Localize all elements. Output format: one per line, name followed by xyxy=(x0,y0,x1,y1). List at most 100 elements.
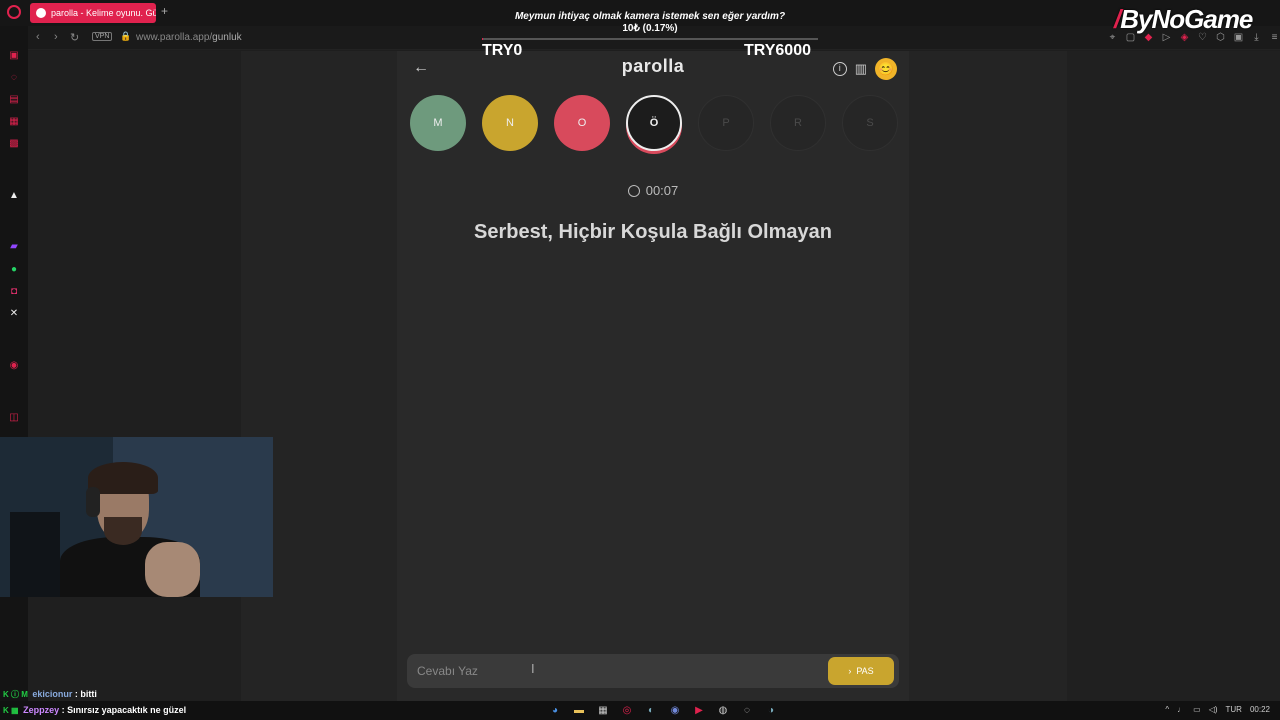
browser-toolbar-icons: ⌖ ▢ ◆ ▷ ◈ ♡ ⬡ ▣ ⤓ ≡ xyxy=(1106,32,1280,43)
letter-circle-ö: Ö xyxy=(626,95,682,151)
shield-icon[interactable]: ◆ xyxy=(1142,32,1155,43)
wallet-icon[interactable]: ▣ xyxy=(1232,32,1245,43)
donation-alert: Meymun ihtiyaç olmak kamera istemek sen … xyxy=(482,11,818,34)
reload-icon[interactable]: ↻ xyxy=(70,31,79,44)
media-player-icon[interactable]: ▶ xyxy=(692,704,706,717)
discord-icon[interactable]: ◉ xyxy=(668,704,682,717)
terminal-icon[interactable]: ▦ xyxy=(596,704,610,717)
download-icon[interactable]: ⤓ xyxy=(1250,32,1263,43)
app-icon[interactable]: ◌ xyxy=(740,704,754,717)
steam-icon[interactable]: ◐ xyxy=(644,704,658,717)
chat-username: Zeppzey xyxy=(23,705,60,715)
question-text: Serbest, Hiçbir Koşula Bağlı Olmayan xyxy=(474,221,832,243)
aria-icon[interactable]: ▲ xyxy=(8,190,20,202)
letter-circle-s: S xyxy=(842,95,898,151)
twitch-icon[interactable]: ▰ xyxy=(8,241,20,253)
steam-alt-icon[interactable]: ◑ xyxy=(764,704,778,717)
clock-time[interactable]: 00:22 xyxy=(1250,705,1270,714)
vpn-badge[interactable]: VPN xyxy=(92,32,113,41)
chat-badges: K ⓘ M xyxy=(3,690,28,699)
sidebar: ▣ ◌ ▤ ▦ ▩ ▲ ▰ ● ◘ ✕ ◉ ◫ xyxy=(0,26,28,720)
taskbar-apps: ◕ ▬ ▦ ◎ ◐ ◉ ▶ ◍ ◌ ◑ xyxy=(548,704,778,717)
pin-icon[interactable]: ⌖ xyxy=(1106,32,1119,43)
text-cursor-icon: I xyxy=(531,661,535,676)
pass-label: PAS xyxy=(856,666,874,676)
menu-icon[interactable]: ≡ xyxy=(1268,32,1280,43)
refresh-icon[interactable]: ◌ xyxy=(8,72,20,84)
page-gutter-left xyxy=(241,51,397,701)
messenger-icon[interactable]: ▣ xyxy=(8,50,20,62)
language-indicator[interactable]: TUR xyxy=(1226,705,1242,714)
history-icon[interactable]: ◫ xyxy=(8,412,20,424)
donation-amount: 10₺ (0.17%) xyxy=(622,23,678,34)
tab-title: parolla - Kelime oyunu. Gü xyxy=(51,8,156,18)
folder-icon[interactable]: ▬ xyxy=(572,704,586,717)
volume-icon[interactable]: ◁) xyxy=(1209,705,1218,714)
back-nav-icon[interactable]: ‹ xyxy=(36,31,40,43)
page-gutter-right xyxy=(909,51,1067,701)
mic-icon[interactable]: ♩ xyxy=(1177,705,1185,714)
letter-circle-n: N xyxy=(482,95,538,151)
new-tab-button[interactable]: + xyxy=(161,4,168,18)
answer-input[interactable] xyxy=(417,662,807,680)
headset-icon xyxy=(86,487,100,517)
tray-chevron-icon[interactable]: ^ xyxy=(1165,705,1169,714)
opera-icon[interactable]: ◎ xyxy=(620,704,634,717)
mail-icon[interactable]: ▦ xyxy=(8,116,20,128)
letter-circle-m: M xyxy=(410,95,466,151)
chrome-icon[interactable]: ◕ xyxy=(548,704,562,717)
bag-icon[interactable]: ▤ xyxy=(8,94,20,106)
letter-circle-o: O xyxy=(554,95,610,151)
url-field[interactable]: www.parolla.app/gunluk xyxy=(136,32,242,43)
lock-icon[interactable]: 🔒 xyxy=(120,31,131,42)
letter-row: MNOÖPRS xyxy=(410,95,898,151)
chat-text: : bitti xyxy=(72,689,97,699)
snapshot-icon[interactable]: ▢ xyxy=(1124,32,1137,43)
webcam-arm xyxy=(145,542,200,597)
answer-box: I › PAS xyxy=(407,654,899,688)
x-icon[interactable]: ✕ xyxy=(8,308,20,320)
play-icon[interactable]: ▷ xyxy=(1160,32,1173,43)
webcam-beard xyxy=(104,517,142,545)
whatsapp-icon[interactable]: ● xyxy=(8,264,20,276)
stats-icon[interactable]: ▥ xyxy=(855,61,867,77)
chat-username: ekicionur xyxy=(32,689,73,699)
page-background-right xyxy=(1067,51,1280,701)
network-icon[interactable]: ▭ xyxy=(1193,705,1201,714)
avatar[interactable]: 😊 xyxy=(875,58,897,80)
bynogame-logo: /ByNoGame xyxy=(1114,4,1253,35)
pass-button[interactable]: › PAS xyxy=(828,657,894,685)
timer: 00:07 xyxy=(397,183,909,198)
chat-text: : Sınırsız yapacaktık ne güzel xyxy=(59,705,187,715)
url-path: gunluk xyxy=(212,32,242,43)
clock-icon xyxy=(627,185,640,197)
header-icons: i ▥ 😊 xyxy=(832,58,897,80)
game-panel: ← parolla i ▥ 😊 MNOÖPRS 00:07 Serbest, H… xyxy=(397,51,909,701)
heart-icon[interactable]: ♡ xyxy=(1196,32,1209,43)
info-icon[interactable]: i xyxy=(832,62,847,76)
page-background-left xyxy=(28,51,241,701)
chevron-right-icon: › xyxy=(848,666,852,676)
webcam-feed xyxy=(0,437,273,597)
flow-icon[interactable]: ◈ xyxy=(1178,32,1191,43)
chat-badges: K ▦ xyxy=(3,706,19,715)
tab-parolla[interactable]: parolla - Kelime oyunu. Gü xyxy=(30,3,156,23)
extensions-icon[interactable]: ⬡ xyxy=(1214,32,1227,43)
instagram-icon[interactable]: ◘ xyxy=(8,286,20,298)
chat-message: K ⓘ M ekicionur : bitti xyxy=(3,689,97,700)
taskbar: ◕ ▬ ▦ ◎ ◐ ◉ ▶ ◍ ◌ ◑ ^ ♩ ▭ ◁) TUR 00:22 xyxy=(0,701,1280,720)
opera-logo-icon[interactable] xyxy=(7,5,21,19)
chat-message: K ▦ Zeppzey : Sınırsız yapacaktık ne güz… xyxy=(3,705,186,715)
url-host: www.parolla.app/ xyxy=(136,32,213,43)
goal-start: TRY0 xyxy=(482,42,523,59)
system-tray: ^ ♩ ▭ ◁) TUR 00:22 xyxy=(1165,705,1270,714)
obs-icon[interactable]: ◍ xyxy=(716,704,730,717)
donation-goal-bar xyxy=(482,38,818,40)
donation-goal-fill xyxy=(482,38,483,40)
player-icon[interactable]: ◉ xyxy=(8,360,20,372)
goal-target: TRY6000 xyxy=(744,42,811,59)
letter-circle-r: R xyxy=(770,95,826,151)
m-icon[interactable]: ▩ xyxy=(8,138,20,150)
favicon-icon xyxy=(36,8,46,18)
forward-nav-icon[interactable]: › xyxy=(54,31,58,43)
